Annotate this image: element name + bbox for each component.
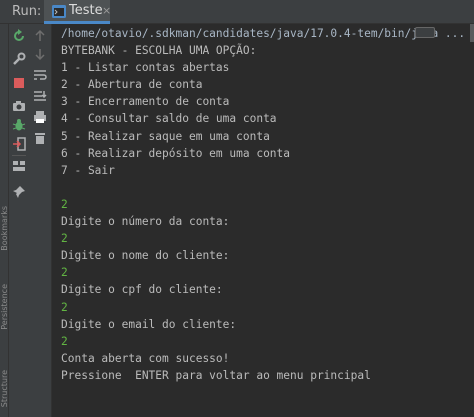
console-output-line: Conta aberta com sucesso!	[61, 351, 230, 365]
wrench-icon[interactable]	[11, 51, 27, 67]
tool-window-strip: Bookmarks Persistence Structure	[0, 24, 9, 417]
console-input-line: 2	[61, 197, 68, 211]
bookmarks-tab[interactable]: Bookmarks	[0, 206, 9, 251]
console-output-line: 6 - Realizar depósito em uma conta	[61, 146, 291, 160]
run-tool-window: Run: Teste × Bookmarks Persistence Struc…	[0, 0, 474, 417]
down-icon[interactable]	[32, 46, 48, 62]
console-output-line: 7 - Sair	[61, 163, 115, 177]
layout-icon[interactable]	[11, 158, 27, 174]
scroll-end-icon[interactable]	[32, 88, 48, 104]
toolbar-separator	[12, 155, 26, 156]
console-output-line: 4 - Consultar saldo de uma conta	[61, 112, 277, 126]
trash-icon[interactable]	[32, 130, 48, 146]
run-label: Run:	[12, 4, 42, 19]
camera-icon[interactable]	[11, 98, 27, 114]
print-icon[interactable]	[32, 109, 48, 125]
rerun-icon[interactable]	[11, 28, 27, 44]
scrollbar[interactable]	[470, 24, 474, 42]
up-icon[interactable]	[32, 28, 48, 44]
console-input-line: 2	[61, 232, 68, 246]
close-icon[interactable]: ×	[102, 4, 111, 17]
console-output-line: Digite o cpf do cliente:	[61, 283, 223, 297]
login-icon[interactable]	[11, 136, 27, 152]
console-input-line: 2	[61, 334, 68, 348]
command-line: /home/otavio/.sdkman/candidates/java/17.…	[61, 27, 466, 40]
console-output-line: BYTEBANK - ESCOLHA UMA OPÇÃO:	[61, 44, 257, 57]
console-output-line: 2 - Abertura de conta	[61, 78, 203, 92]
console-output-line: Digite o email do cliente:	[61, 317, 237, 331]
tab-label: Teste	[69, 3, 103, 18]
console-output-line: Pressione ENTER para voltar ao menu prin…	[61, 368, 371, 382]
console-output[interactable]: /home/otavio/.sdkman/candidates/java/17.…	[53, 24, 474, 417]
console-output-line: Digite o número da conta:	[61, 215, 230, 228]
stop-icon[interactable]	[11, 75, 27, 91]
pin-icon[interactable]	[11, 184, 27, 200]
persistence-tab[interactable]: Persistence	[0, 284, 9, 330]
console-actions-toolbar	[29, 24, 52, 417]
console-input-line: 2	[61, 266, 68, 280]
console-output-line: 3 - Encerramento de conta	[61, 95, 230, 109]
structure-tab[interactable]: Structure	[0, 370, 9, 407]
tab-teste[interactable]: Teste ×	[44, 0, 111, 24]
debug-icon[interactable]	[11, 117, 27, 133]
console-output-line: 1 - Listar contas abertas	[61, 61, 230, 75]
console-input-line: 2	[61, 300, 68, 314]
run-header: Run: Teste ×	[0, 0, 474, 24]
console-output-line: Digite o nome do cliente:	[61, 249, 230, 263]
run-actions-toolbar	[9, 24, 29, 417]
soft-wrap-icon[interactable]	[32, 67, 48, 83]
console-output-line: 5 - Realizar saque em uma conta	[61, 129, 270, 143]
expand-command-button[interactable]	[415, 27, 435, 38]
console-icon	[52, 5, 66, 18]
